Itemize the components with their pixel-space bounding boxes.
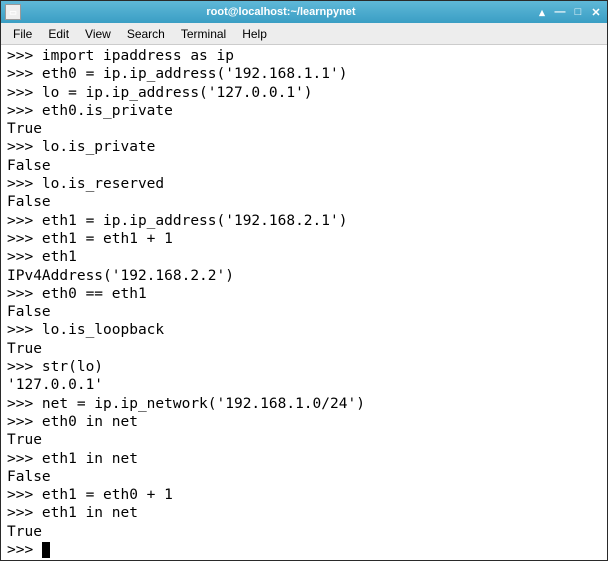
terminal-line: False xyxy=(7,468,601,486)
terminal-line: >>> eth1 = eth0 + 1 xyxy=(7,486,601,504)
terminal-window: ▭ root@localhost:~/learnpynet ▴ — □ ✕ Fi… xyxy=(0,0,608,561)
terminal-line: '127.0.0.1' xyxy=(7,376,601,394)
terminal-prompt: >>> xyxy=(7,542,42,558)
titlebar-buttons: ▴ — □ ✕ xyxy=(535,5,603,19)
terminal-line: >>> eth1 xyxy=(7,248,601,266)
terminal-line: >>> lo.is_loopback xyxy=(7,321,601,339)
terminal-line: >>> eth1 in net xyxy=(7,504,601,522)
terminal-line: >>> eth0 = ip.ip_address('192.168.1.1') xyxy=(7,65,601,83)
menubar: File Edit View Search Terminal Help xyxy=(1,23,607,45)
terminal-prompt-line: >>> xyxy=(7,541,601,559)
terminal-icon: ▭ xyxy=(5,4,21,20)
menu-edit[interactable]: Edit xyxy=(40,25,77,43)
terminal-line: >>> eth0 == eth1 xyxy=(7,285,601,303)
terminal-line: >>> eth0.is_private xyxy=(7,102,601,120)
menu-file[interactable]: File xyxy=(5,25,40,43)
terminal-line: True xyxy=(7,120,601,138)
terminal-line: True xyxy=(7,431,601,449)
minimize-button[interactable]: — xyxy=(553,5,567,19)
maximize-button[interactable]: □ xyxy=(571,5,585,19)
terminal-line: IPv4Address('192.168.2.2') xyxy=(7,267,601,285)
terminal-content[interactable]: >>> import ipaddress as ip>>> eth0 = ip.… xyxy=(1,45,607,560)
terminal-line: >>> lo.is_reserved xyxy=(7,175,601,193)
terminal-line: False xyxy=(7,303,601,321)
terminal-line: >>> eth1 in net xyxy=(7,450,601,468)
close-button[interactable]: ✕ xyxy=(589,5,603,19)
menu-help[interactable]: Help xyxy=(234,25,275,43)
menu-terminal[interactable]: Terminal xyxy=(173,25,234,43)
menu-view[interactable]: View xyxy=(77,25,119,43)
terminal-line: >>> eth1 = ip.ip_address('192.168.2.1') xyxy=(7,212,601,230)
terminal-line: True xyxy=(7,523,601,541)
titlebar[interactable]: ▭ root@localhost:~/learnpynet ▴ — □ ✕ xyxy=(1,1,607,23)
terminal-line: >>> eth0 in net xyxy=(7,413,601,431)
terminal-line: >>> eth1 = eth1 + 1 xyxy=(7,230,601,248)
terminal-line: >>> import ipaddress as ip xyxy=(7,47,601,65)
terminal-line: True xyxy=(7,340,601,358)
rollup-button[interactable]: ▴ xyxy=(535,5,549,19)
terminal-line: >>> lo.is_private xyxy=(7,138,601,156)
terminal-line: >>> str(lo) xyxy=(7,358,601,376)
cursor xyxy=(42,542,50,558)
terminal-line: >>> lo = ip.ip_address('127.0.0.1') xyxy=(7,84,601,102)
menu-search[interactable]: Search xyxy=(119,25,173,43)
window-title: root@localhost:~/learnpynet xyxy=(27,6,535,18)
terminal-line: >>> net = ip.ip_network('192.168.1.0/24'… xyxy=(7,395,601,413)
terminal-line: False xyxy=(7,193,601,211)
terminal-line: False xyxy=(7,157,601,175)
